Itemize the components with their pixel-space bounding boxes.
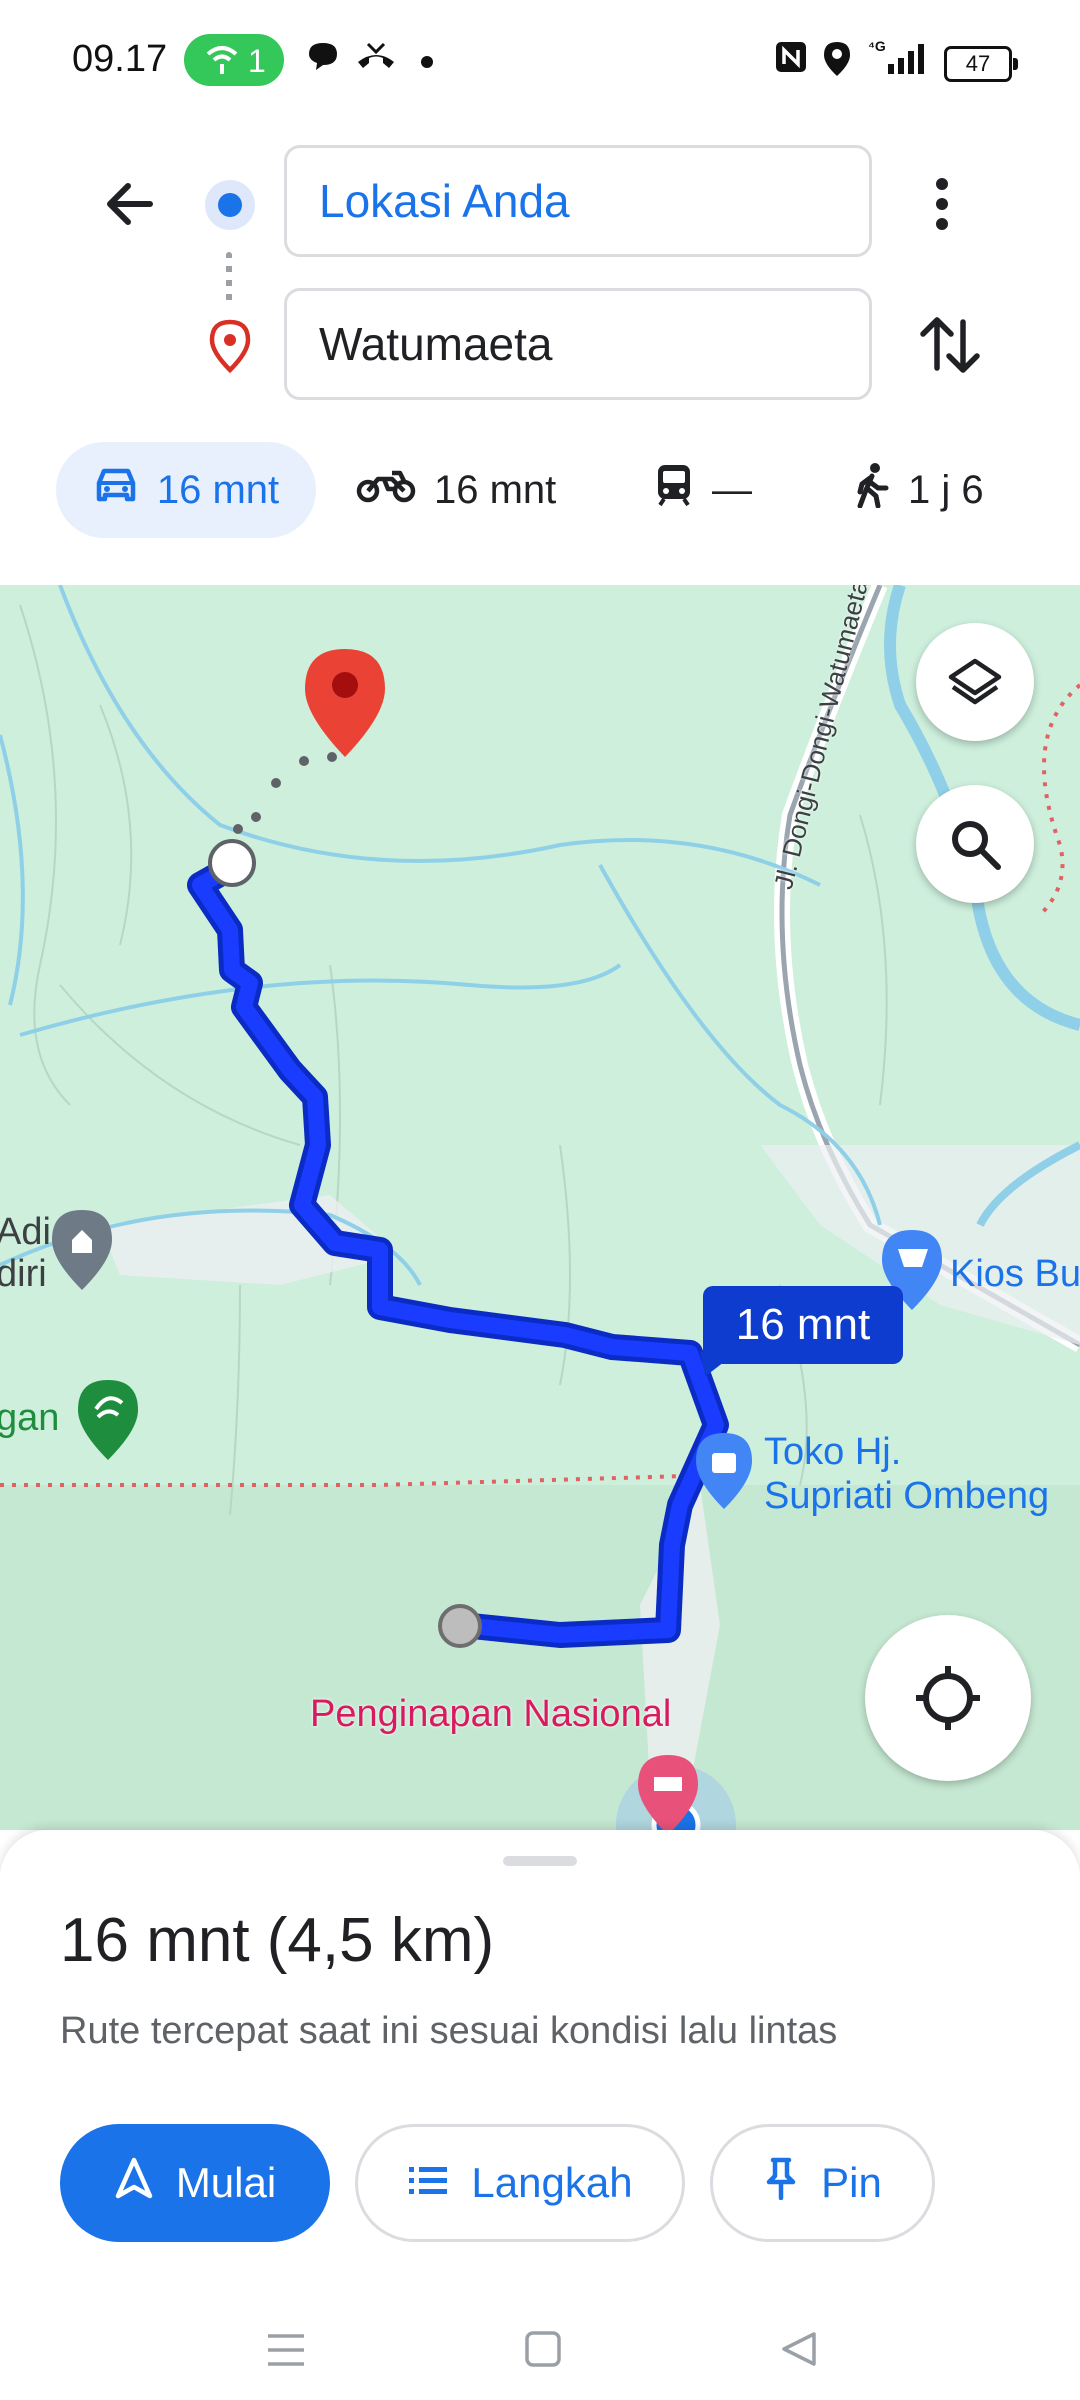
- place-penginapan-label[interactable]: Penginapan Nasional: [310, 1693, 671, 1736]
- steps-label: Langkah: [471, 2159, 633, 2206]
- location-icon: [822, 40, 852, 87]
- route-description: Rute tercepat saat ini sesuai kondisi la…: [60, 2010, 838, 2052]
- hotspot-icon: [204, 42, 240, 84]
- home-nav-icon[interactable]: [524, 2330, 562, 2373]
- start-navigation-button[interactable]: Mulai: [60, 2124, 330, 2242]
- swap-directions-button[interactable]: [915, 310, 985, 380]
- status-bar: 09.17 1 ⁴G 47: [0, 0, 1080, 125]
- place-gan-label[interactable]: gan: [0, 1397, 59, 1440]
- signal-4g-icon: ⁴G: [866, 38, 928, 85]
- mode-transit-label: —: [712, 467, 752, 512]
- pin-label: Pin: [821, 2159, 882, 2206]
- mode-car-label: 16 mnt: [156, 467, 280, 512]
- missed-call-icon: [356, 40, 396, 81]
- layers-button[interactable]: [916, 623, 1034, 741]
- route-eta-badge: 16 mnt: [703, 1286, 903, 1364]
- notification-dot: [421, 56, 433, 68]
- motorcycle-icon: [356, 465, 434, 515]
- steps-button[interactable]: Langkah: [355, 2124, 685, 2242]
- nfc-icon: [774, 40, 808, 83]
- navigation-arrow-icon: [114, 2156, 176, 2210]
- mode-motorcycle-tab[interactable]: 16 mnt: [356, 442, 556, 538]
- pushpin-icon: [763, 2156, 821, 2210]
- sheet-drag-handle[interactable]: [503, 1856, 577, 1866]
- destination-pin-icon: [208, 318, 252, 374]
- back-nav-icon[interactable]: [780, 2330, 818, 2373]
- place-kios-label[interactable]: Kios Bu: [950, 1253, 1080, 1296]
- hotspot-badge: 1: [184, 34, 284, 86]
- mode-motorcycle-label: 16 mnt: [434, 467, 557, 512]
- search-map-button[interactable]: [916, 785, 1034, 903]
- system-nav-bar: [0, 2290, 1080, 2400]
- transit-icon: [654, 463, 712, 517]
- origin-input[interactable]: Lokasi Anda: [284, 145, 872, 257]
- place-adi-label[interactable]: Adi diri: [0, 1211, 51, 1295]
- route-connector: [226, 252, 232, 302]
- status-time: 09.17: [72, 38, 168, 80]
- pin-button[interactable]: Pin: [710, 2124, 935, 2242]
- list-icon: [407, 2159, 471, 2207]
- mode-car-tab[interactable]: 16 mnt: [56, 442, 316, 538]
- map-view[interactable]: Jl. Dongi-Dongi-Watumaeta Adi diri gan K…: [0, 585, 1080, 1830]
- mode-transit-tab[interactable]: —: [654, 442, 752, 538]
- more-options-icon[interactable]: [922, 170, 962, 240]
- mode-walk-tab[interactable]: 1 j 6: [854, 442, 984, 538]
- start-label: Mulai: [175, 2159, 277, 2206]
- battery-indicator: 47: [944, 46, 1018, 82]
- search-icon: [946, 815, 1004, 878]
- crosshair-icon: [912, 1662, 984, 1739]
- chat-icon: [306, 40, 340, 81]
- route-duration: 16 mnt (4,5 km): [60, 1906, 495, 1975]
- place-toko-label[interactable]: Toko Hj. Supriati Ombeng: [764, 1430, 1049, 1518]
- svg-text:⁴G: ⁴G: [868, 38, 886, 54]
- mode-walk-label: 1 j 6: [908, 467, 984, 512]
- walk-icon: [854, 462, 908, 518]
- layers-icon: [947, 655, 1003, 716]
- origin-dot-icon: [205, 180, 255, 230]
- menu-nav-icon[interactable]: [266, 2332, 306, 2373]
- destination-input[interactable]: Watumaeta: [284, 288, 872, 400]
- car-icon: [93, 465, 157, 515]
- my-location-button[interactable]: [865, 1615, 1031, 1781]
- back-button[interactable]: [98, 172, 162, 236]
- hotspot-count: 1: [248, 43, 266, 79]
